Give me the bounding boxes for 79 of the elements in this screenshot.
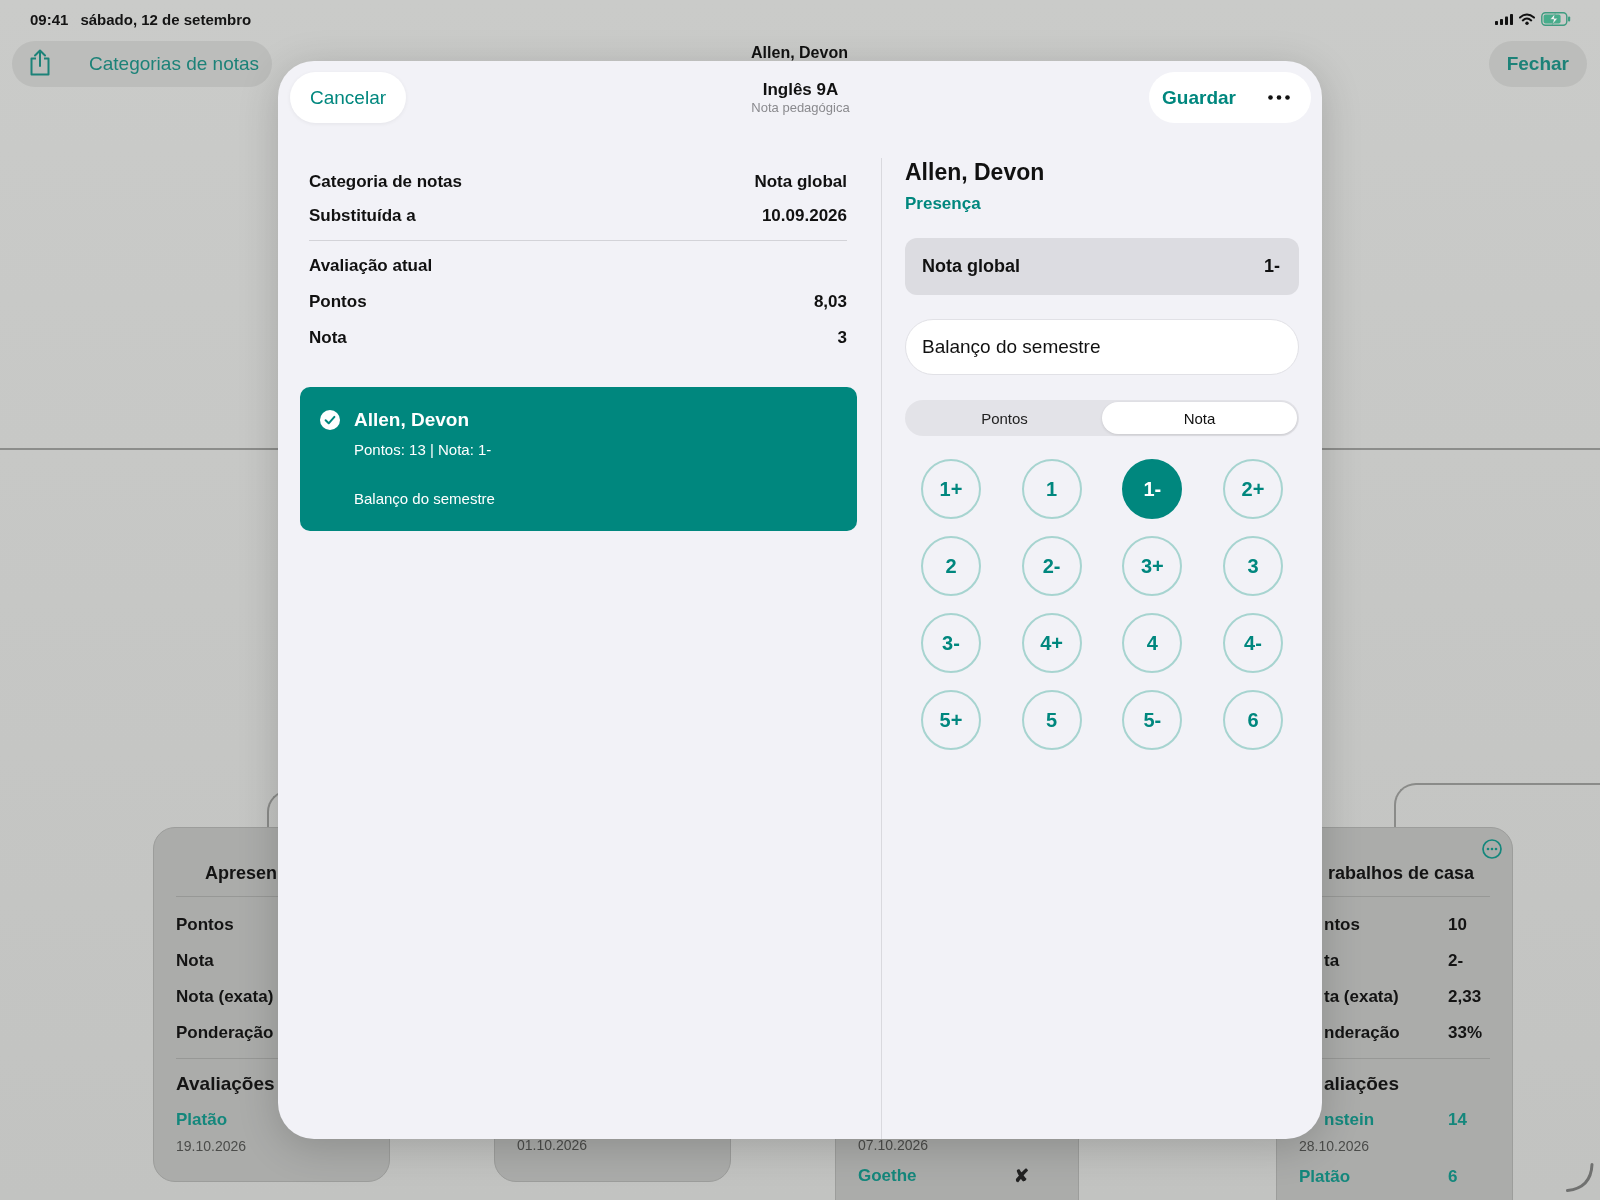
detail-label: Nota [309, 328, 347, 348]
detail-value: 8,03 [813, 292, 847, 312]
share-icon [29, 49, 51, 76]
modal-title: Inglês 9A [762, 80, 839, 100]
status-time: 09:41 [30, 10, 69, 28]
detail-value: 10.09.2026 [761, 206, 847, 226]
cancel-button[interactable]: Cancelar [290, 72, 407, 123]
entry-summary: Pontos: 13 | Nota: 1- [354, 440, 492, 460]
detail-value: 3 [837, 328, 847, 348]
stat-label: Nota (exata) [176, 987, 274, 1007]
stat-label: Ponderação [176, 1023, 274, 1043]
section-heading: Avaliação atual [309, 256, 433, 276]
section-heading: Avaliações [176, 1072, 275, 1096]
more-icon[interactable] [1482, 839, 1502, 859]
battery-charging-icon [1541, 12, 1571, 26]
segment-tab[interactable]: Pontos [907, 402, 1102, 434]
grade-button[interactable]: 4 [1122, 613, 1183, 673]
cross-mark: ✘ [1014, 1165, 1030, 1188]
signal-icon [1495, 13, 1513, 25]
grade-button[interactable]: 3 [1222, 536, 1283, 596]
detail-value: Nota global [754, 172, 847, 192]
grade-button[interactable]: 2- [1021, 536, 1082, 596]
grade-button[interactable]: 3- [921, 613, 981, 673]
grade-button[interactable]: 5 [1021, 690, 1082, 750]
close-button[interactable]: Fechar [1488, 41, 1587, 87]
stat-value: 33% [1448, 1023, 1484, 1043]
grade-button[interactable]: 1 [1021, 459, 1082, 519]
evaluation-date: 19.10.2026 [176, 1138, 247, 1154]
share-button[interactable] [12, 41, 68, 87]
grade-button[interactable]: 3+ [1122, 536, 1183, 596]
check-circle-icon [320, 410, 340, 430]
evaluation-score: 6 [1448, 1166, 1459, 1188]
stat-label: ta (exata) [1324, 987, 1399, 1007]
stat-label: Nota [176, 951, 214, 971]
stat-label: nderação [1324, 1023, 1400, 1043]
entry-comment: Balanço do semestre [354, 489, 495, 509]
stat-value: 2,33 [1448, 987, 1483, 1007]
attendance-link[interactable]: Presença [905, 193, 981, 215]
grade-button[interactable]: 5- [1122, 690, 1183, 750]
stat-label: Pontos [176, 915, 234, 935]
stat-value: 10 [1448, 915, 1468, 935]
arc-icon [1566, 1163, 1594, 1192]
evaluation-date: 01.10.2026 [517, 1137, 588, 1153]
grade-button[interactable]: 1- [1122, 459, 1183, 519]
stat-value: 2- [1448, 951, 1465, 971]
grade-button[interactable]: 1+ [921, 459, 981, 519]
status-date: sábado, 12 de setembro [80, 10, 252, 28]
student-name: Allen, Devon [905, 158, 1045, 186]
detail-label: Categoria de notas [309, 172, 463, 192]
nav-title: Allen, Devon [751, 45, 848, 61]
category-row[interactable]: Nota global 1- [905, 238, 1299, 295]
grade-button[interactable]: 4+ [1021, 613, 1082, 673]
stat-label: ta [1324, 951, 1340, 971]
grade-button[interactable]: 4- [1222, 613, 1283, 673]
entry-name: Allen, Devon [354, 408, 470, 432]
evaluation-date: 28.10.2026 [1299, 1138, 1370, 1154]
save-button[interactable]: Guardar [1149, 72, 1250, 123]
grade-button[interactable]: 2 [921, 536, 981, 596]
card-title: rabalhos de casa [1328, 862, 1475, 885]
segment-tab[interactable]: Nota [1102, 402, 1297, 434]
grade-button[interactable]: 5+ [921, 690, 981, 750]
detail-label: Pontos [309, 292, 367, 312]
categories-button[interactable]: Categorias de notas [68, 41, 273, 87]
category-label: Nota global [922, 256, 1020, 277]
grade-button[interactable]: 6 [1222, 690, 1283, 750]
more-icon [1267, 95, 1290, 100]
evaluation-score: 14 [1448, 1109, 1468, 1131]
detail-label: Substituída a [309, 206, 416, 226]
comment-field[interactable]: Balanço do semestre [905, 319, 1299, 375]
category-value: 1- [1264, 256, 1280, 277]
wifi-icon [1519, 13, 1535, 25]
card-title: Apresen [205, 862, 278, 885]
more-button[interactable] [1250, 72, 1311, 123]
section-heading: aliações [1324, 1072, 1399, 1096]
grade-button[interactable]: 2+ [1222, 459, 1283, 519]
modal-subtitle: Nota pedagógica [751, 100, 850, 116]
evaluation-date: 07.10.2026 [858, 1137, 929, 1153]
entry-card[interactable]: Allen, Devon Pontos: 13 | Nota: 1- Balanço do semestre [300, 387, 857, 531]
stat-label: ntos [1324, 915, 1360, 935]
